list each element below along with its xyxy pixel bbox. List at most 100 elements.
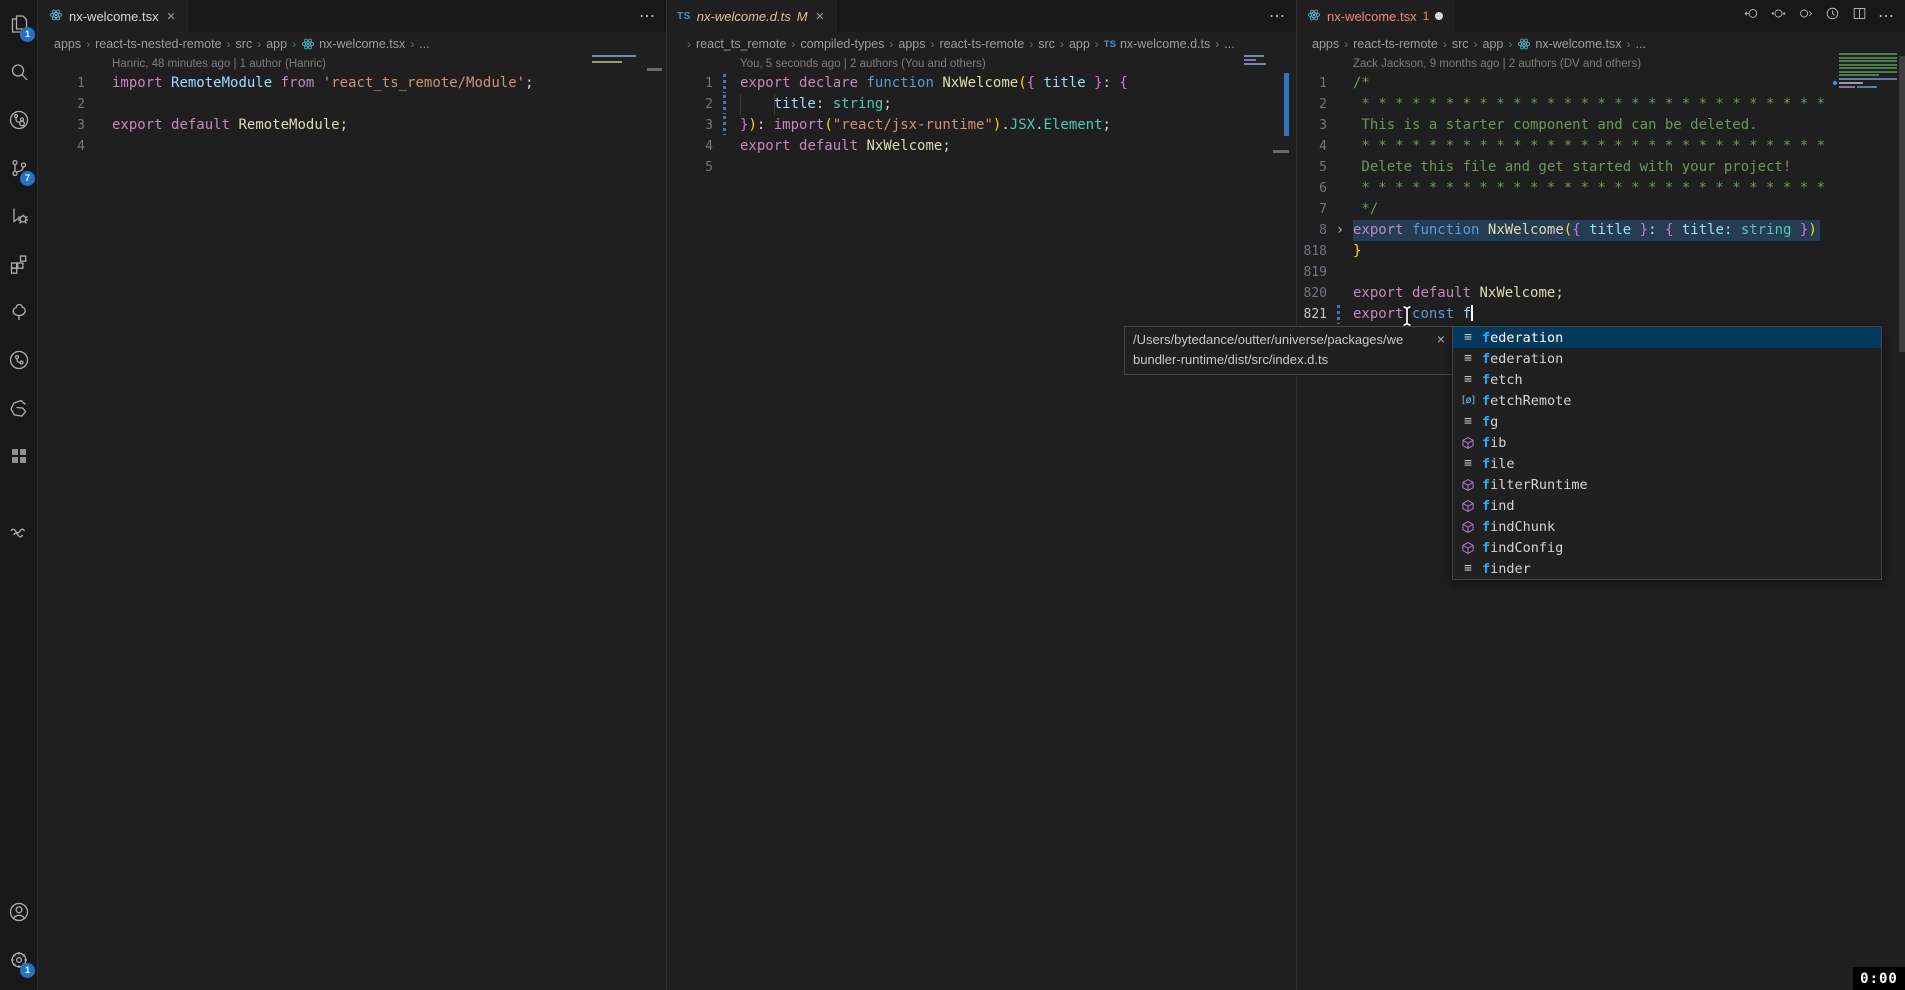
extensions-icon[interactable] — [0, 240, 38, 288]
minimap[interactable] — [1244, 55, 1264, 57]
code-line[interactable]: 2 title: string; — [667, 94, 1296, 115]
minimap[interactable] — [1839, 57, 1897, 59]
suggestion-item[interactable]: filterRuntime — [1453, 474, 1881, 495]
code-line[interactable]: 5 — [667, 157, 1296, 178]
grid-icon[interactable] — [0, 432, 38, 480]
suggestion-item[interactable]: ≡fetch — [1453, 369, 1881, 390]
suggestion-item[interactable]: find — [1453, 495, 1881, 516]
minimap[interactable] — [1244, 59, 1256, 61]
more-actions-icon[interactable]: ⋯ — [1269, 6, 1286, 26]
breadcrumb-item[interactable]: ... — [1636, 37, 1646, 51]
breadcrumb-item[interactable]: ... — [1224, 37, 1234, 51]
more-actions-icon[interactable]: ⋯ — [639, 6, 656, 26]
code-line[interactable]: 4export default NxWelcome; — [667, 136, 1296, 157]
code-line[interactable]: 821export const f — [1297, 304, 1905, 325]
minimap[interactable] — [1839, 67, 1897, 69]
split-editor-icon[interactable] — [1851, 5, 1868, 27]
breadcrumb-item[interactable]: react_ts_remote — [696, 37, 786, 51]
code-line[interactable]: 3}): import("react/jsx-runtime").JSX.Ele… — [667, 115, 1296, 136]
minimap[interactable] — [592, 55, 636, 57]
breadcrumb-item[interactable]: src — [236, 37, 253, 51]
suggestion-item[interactable]: [ø]fetchRemote — [1453, 390, 1881, 411]
code-line[interactable]: 4 — [39, 136, 666, 157]
code-line[interactable]: 1export declare function NxWelcome({ tit… — [667, 73, 1296, 94]
code-line[interactable]: 819 — [1297, 262, 1905, 283]
breadcrumb-item[interactable]: react-ts-remote — [1353, 37, 1438, 51]
close-icon[interactable]: × — [1437, 329, 1445, 349]
breadcrumb-item[interactable]: src — [1452, 37, 1469, 51]
waves-icon[interactable] — [0, 508, 38, 556]
suggestion-item[interactable]: ≡file — [1453, 453, 1881, 474]
breadcrumb-item[interactable]: react-ts-nested-remote — [95, 37, 221, 51]
explorer-icon[interactable]: 1 — [0, 0, 38, 48]
minimap[interactable] — [1839, 82, 1863, 84]
code-line[interactable]: 1import RemoteModule from 'react_ts_remo… — [39, 73, 666, 94]
breadcrumb-item[interactable]: app — [1483, 37, 1504, 51]
code-line[interactable]: 2 * * * * * * * * * * * * * * * * * * * … — [1297, 94, 1905, 115]
breadcrumb-item[interactable]: compiled-types — [800, 37, 884, 51]
breadcrumb-item[interactable]: nx-welcome.tsx — [319, 37, 405, 51]
code-line[interactable]: 5 Delete this file and get started with … — [1297, 157, 1905, 178]
breadcrumb-item[interactable]: apps — [898, 37, 925, 51]
breadcrumb-item[interactable]: app — [1069, 37, 1090, 51]
account-icon[interactable] — [0, 888, 38, 936]
minimap[interactable] — [1839, 74, 1879, 76]
minimap[interactable] — [592, 61, 622, 63]
minimap[interactable] — [1839, 86, 1855, 88]
minimap[interactable] — [1244, 63, 1266, 65]
git-blame-annotation[interactable]: Hanric, 48 minutes ago | 1 author (Hanri… — [112, 56, 666, 73]
unsaved-dot-icon[interactable] — [1435, 12, 1443, 20]
scrollbar[interactable] — [1899, 56, 1905, 352]
git-blame-annotation[interactable]: You, 5 seconds ago | 2 authors (You and … — [740, 56, 1296, 73]
source-control-icon[interactable]: 7 — [0, 144, 38, 192]
minimap[interactable] — [1839, 53, 1897, 55]
revision-icon[interactable] — [1770, 5, 1787, 27]
minimap[interactable] — [1839, 60, 1897, 62]
breadcrumb-item[interactable]: ... — [419, 37, 429, 51]
minimap[interactable] — [1839, 64, 1897, 66]
suggestion-item[interactable]: ≡federation — [1453, 327, 1881, 348]
close-icon[interactable]: × — [165, 8, 178, 25]
c-shape-icon[interactable] — [0, 384, 38, 432]
commit-graph-icon[interactable] — [0, 96, 38, 144]
breadcrumb-item[interactable]: app — [266, 37, 287, 51]
search-icon[interactable] — [0, 48, 38, 96]
fold-chevron-icon[interactable]: › — [1327, 220, 1353, 241]
minimap[interactable] — [1857, 86, 1877, 88]
tab-nx-welcome-d-ts[interactable]: TS nx-welcome.d.ts M × — [667, 0, 837, 32]
timeline-icon[interactable] — [1824, 5, 1841, 27]
breadcrumb-item[interactable]: apps — [54, 37, 81, 51]
suggestion-item[interactable]: ≡federation — [1453, 348, 1881, 369]
breadcrumb-item[interactable]: apps — [1312, 37, 1339, 51]
open-changes-prev-icon[interactable] — [1743, 5, 1760, 27]
suggestion-item[interactable]: fib — [1453, 432, 1881, 453]
code-line[interactable]: 8›export function NxWelcome({ title }: {… — [1297, 220, 1905, 241]
code-line[interactable]: 4 * * * * * * * * * * * * * * * * * * * … — [1297, 136, 1905, 157]
more-actions-icon[interactable]: ⋯ — [1878, 6, 1895, 26]
code-line[interactable]: 3 This is a starter component and can be… — [1297, 115, 1905, 136]
run-debug-icon[interactable] — [0, 192, 38, 240]
code-line[interactable]: 6 * * * * * * * * * * * * * * * * * * * … — [1297, 178, 1905, 199]
suggestion-item[interactable]: ≡finder — [1453, 558, 1881, 579]
open-changes-next-icon[interactable] — [1797, 5, 1814, 27]
breadcrumb-item[interactable]: nx-welcome.tsx — [1535, 37, 1621, 51]
suggestion-item[interactable]: findConfig — [1453, 537, 1881, 558]
code-line[interactable]: 820export default NxWelcome; — [1297, 283, 1905, 304]
code-line[interactable]: 3export default RemoteModule; — [39, 115, 666, 136]
settings-icon[interactable]: 1 — [0, 936, 38, 984]
code-line[interactable]: 7 */ — [1297, 199, 1905, 220]
code-line[interactable]: 1/* — [1297, 73, 1905, 94]
tab-nx-welcome-tsx[interactable]: nx-welcome.tsx × — [39, 0, 188, 32]
code-line[interactable]: 2 — [39, 94, 666, 115]
minimap[interactable] — [1839, 71, 1897, 73]
suggestion-item[interactable]: findChunk — [1453, 516, 1881, 537]
breadcrumb-item[interactable]: src — [1038, 37, 1055, 51]
history-icon[interactable] — [0, 336, 38, 384]
close-icon[interactable]: × — [814, 8, 827, 25]
git-blame-annotation[interactable]: Zack Jackson, 9 months ago | 2 authors (… — [1353, 56, 1905, 73]
minimap[interactable] — [1839, 78, 1897, 80]
breadcrumb-item[interactable]: nx-welcome.d.ts — [1120, 37, 1210, 51]
breadcrumb-item[interactable]: react-ts-remote — [940, 37, 1025, 51]
tab-nx-welcome-tsx-errors[interactable]: nx-welcome.tsx 1 — [1297, 0, 1454, 32]
tree-icon[interactable] — [0, 288, 38, 336]
